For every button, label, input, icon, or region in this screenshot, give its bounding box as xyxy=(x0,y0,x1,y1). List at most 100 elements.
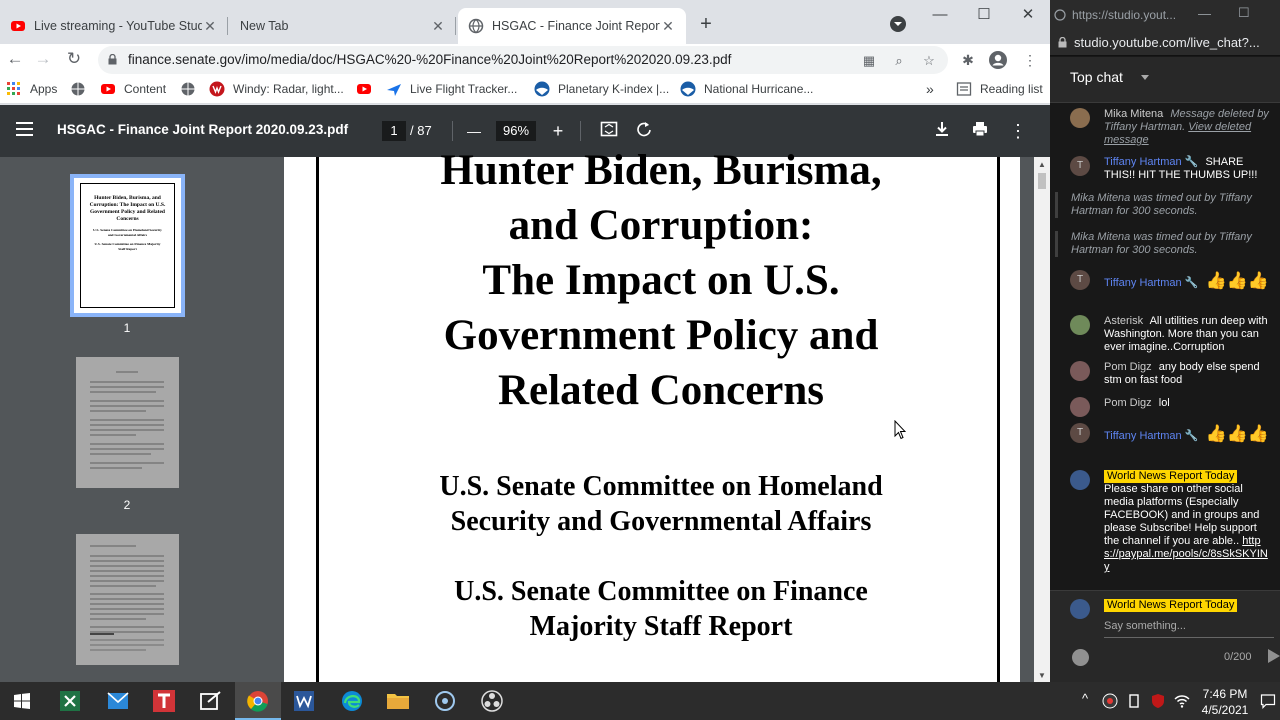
more-options-icon[interactable]: ⋮ xyxy=(1007,120,1029,142)
bookmark-content[interactable]: Content xyxy=(100,80,166,98)
bookmark-windy[interactable]: Windy: Radar, light... xyxy=(209,80,344,98)
tab-close-icon[interactable]: ✕ xyxy=(202,18,218,35)
url-text[interactable]: finance.senate.gov/imo/media/doc/HSGAC%2… xyxy=(128,52,731,67)
mail-icon[interactable] xyxy=(106,690,130,712)
reload-icon[interactable]: ↻ xyxy=(64,49,84,69)
avatar[interactable] xyxy=(1070,470,1090,490)
bookmark-k-index[interactable]: Planetary K-index |... xyxy=(534,80,669,98)
bookmark-globe-2[interactable] xyxy=(180,80,196,98)
zoom-magnifier-icon[interactable]: ⌕ xyxy=(890,52,908,70)
noaa-icon xyxy=(534,81,550,97)
text-app-icon[interactable] xyxy=(152,690,176,712)
cortana-icon[interactable] xyxy=(433,690,457,712)
message-author[interactable]: Asterisk xyxy=(1104,315,1143,327)
extensions-icon[interactable]: ✱ xyxy=(958,50,978,70)
tab-close-icon[interactable]: ✕ xyxy=(660,18,676,35)
chevron-down-icon[interactable] xyxy=(1141,75,1149,84)
divider xyxy=(580,121,581,141)
message-author[interactable]: Pom Digz xyxy=(1104,397,1152,409)
tab-new-tab[interactable]: New Tab ✕ xyxy=(230,8,456,44)
message-author[interactable]: Tiffany Hartman 🔧 xyxy=(1104,156,1198,168)
avatar[interactable] xyxy=(1070,397,1090,417)
word-icon[interactable] xyxy=(292,690,316,712)
lock-icon[interactable] xyxy=(108,54,117,65)
rotate-icon[interactable] xyxy=(633,120,655,142)
tab-hsgac-report[interactable]: HSGAC - Finance Joint Report 20 ✕ xyxy=(458,8,686,44)
windows-start-icon[interactable] xyxy=(14,693,30,709)
tab-close-icon[interactable]: ✕ xyxy=(430,18,446,35)
fit-to-page-icon[interactable] xyxy=(598,120,620,142)
zoom-in-button[interactable]: + xyxy=(547,120,569,142)
message-text: Please share on other social media platf… xyxy=(1104,483,1260,547)
input-underline xyxy=(1104,637,1274,638)
qr-code-icon[interactable]: ▦ xyxy=(860,52,878,70)
system-clock[interactable]: 7:46 PM 4/5/2021 xyxy=(1200,686,1250,718)
scrollbar-thumb[interactable] xyxy=(1038,173,1046,189)
new-tab-button[interactable]: + xyxy=(694,13,718,37)
avatar[interactable] xyxy=(1070,315,1090,335)
message-author[interactable]: World News Report Today xyxy=(1104,470,1238,483)
bookmark-globe[interactable] xyxy=(70,80,86,98)
maximize-button[interactable]: ☐ xyxy=(962,4,1006,26)
print-icon[interactable] xyxy=(969,120,991,142)
scroll-down-icon[interactable]: ▼ xyxy=(1034,671,1050,680)
bookmark-star-icon[interactable]: ☆ xyxy=(920,52,938,70)
document-scrollbar[interactable]: ▲ ▼ xyxy=(1034,157,1050,682)
back-icon[interactable]: ← xyxy=(5,49,25,69)
usb-device-icon[interactable] xyxy=(1126,693,1142,709)
avatar[interactable]: T xyxy=(1070,270,1090,290)
message-author[interactable]: Pom Digz xyxy=(1104,361,1152,373)
profile-avatar-icon[interactable] xyxy=(988,50,1008,70)
divider xyxy=(452,121,453,141)
mcafee-shield-icon[interactable] xyxy=(1150,693,1166,709)
chat-url[interactable]: studio.youtube.com/live_chat?... xyxy=(1074,35,1260,50)
tab-search-icon[interactable] xyxy=(890,16,906,32)
omnibox[interactable]: finance.senate.gov/imo/media/doc/HSGAC%2… xyxy=(98,46,948,74)
avatar[interactable] xyxy=(1070,361,1090,381)
forward-icon[interactable]: → xyxy=(33,49,53,69)
message-author[interactable]: Mika Mitena xyxy=(1104,108,1163,120)
bookmark-youtube[interactable] xyxy=(356,80,372,98)
message-author[interactable]: Tiffany Hartman 🔧 xyxy=(1104,277,1198,289)
bookmarks-more-icon[interactable]: » xyxy=(926,80,934,98)
tray-overflow-icon[interactable]: ^ xyxy=(1082,691,1088,706)
minimize-icon[interactable]: — xyxy=(1198,6,1211,21)
bookmark-flight-tracker[interactable]: Live Flight Tracker... xyxy=(386,80,517,98)
emoji-icon[interactable] xyxy=(1072,649,1089,666)
thumbnail-page-2[interactable] xyxy=(76,357,179,488)
thumbnail-page-3[interactable] xyxy=(76,534,179,665)
reading-list-label: Reading list xyxy=(980,82,1043,96)
chat-input[interactable]: Say something... xyxy=(1104,620,1186,632)
page-number-input[interactable]: 1 xyxy=(382,121,406,141)
maximize-icon[interactable]: ☐ xyxy=(1238,5,1250,21)
hamburger-menu-icon[interactable] xyxy=(16,122,33,136)
avatar[interactable]: T xyxy=(1070,423,1090,443)
chrome-menu-icon[interactable]: ⋮ xyxy=(1020,50,1040,70)
excel-icon[interactable] xyxy=(58,690,82,712)
snip-tool-icon[interactable] xyxy=(198,690,222,712)
message-body: Tiffany Hartman 🔧 👍👍👍 xyxy=(1104,270,1270,291)
tray-app-icon[interactable] xyxy=(1102,693,1118,709)
edge-icon[interactable] xyxy=(340,690,364,712)
bookmark-hurricane[interactable]: National Hurricane... xyxy=(680,80,813,98)
message-author[interactable]: Tiffany Hartman 🔧 xyxy=(1104,430,1198,442)
top-chat-dropdown[interactable]: Top chat xyxy=(1070,69,1123,85)
scroll-up-icon[interactable]: ▲ xyxy=(1034,160,1050,169)
send-icon[interactable] xyxy=(1268,649,1280,663)
avatar[interactable]: T xyxy=(1070,156,1090,176)
bookmark-apps[interactable]: Apps xyxy=(6,80,57,98)
obs-icon[interactable] xyxy=(480,690,504,712)
download-icon[interactable] xyxy=(931,120,953,142)
wifi-icon[interactable] xyxy=(1174,693,1190,709)
thumbnail-page-1[interactable]: Hunter Biden, Burisma, and Corruption: T… xyxy=(70,174,185,317)
chrome-taskbar-button[interactable] xyxy=(235,682,281,720)
zoom-level-input[interactable]: 96% xyxy=(496,121,536,141)
close-window-button[interactable]: ✕ xyxy=(1006,4,1050,26)
avatar[interactable] xyxy=(1070,108,1090,128)
zoom-out-button[interactable]: — xyxy=(463,120,485,142)
tab-youtube-studio[interactable]: Live streaming - YouTube Studio ✕ xyxy=(0,8,228,44)
notifications-icon[interactable] xyxy=(1260,693,1276,709)
minimize-button[interactable]: — xyxy=(918,4,962,26)
file-explorer-icon[interactable] xyxy=(386,690,410,712)
reading-list-button[interactable]: Reading list xyxy=(956,80,1043,98)
